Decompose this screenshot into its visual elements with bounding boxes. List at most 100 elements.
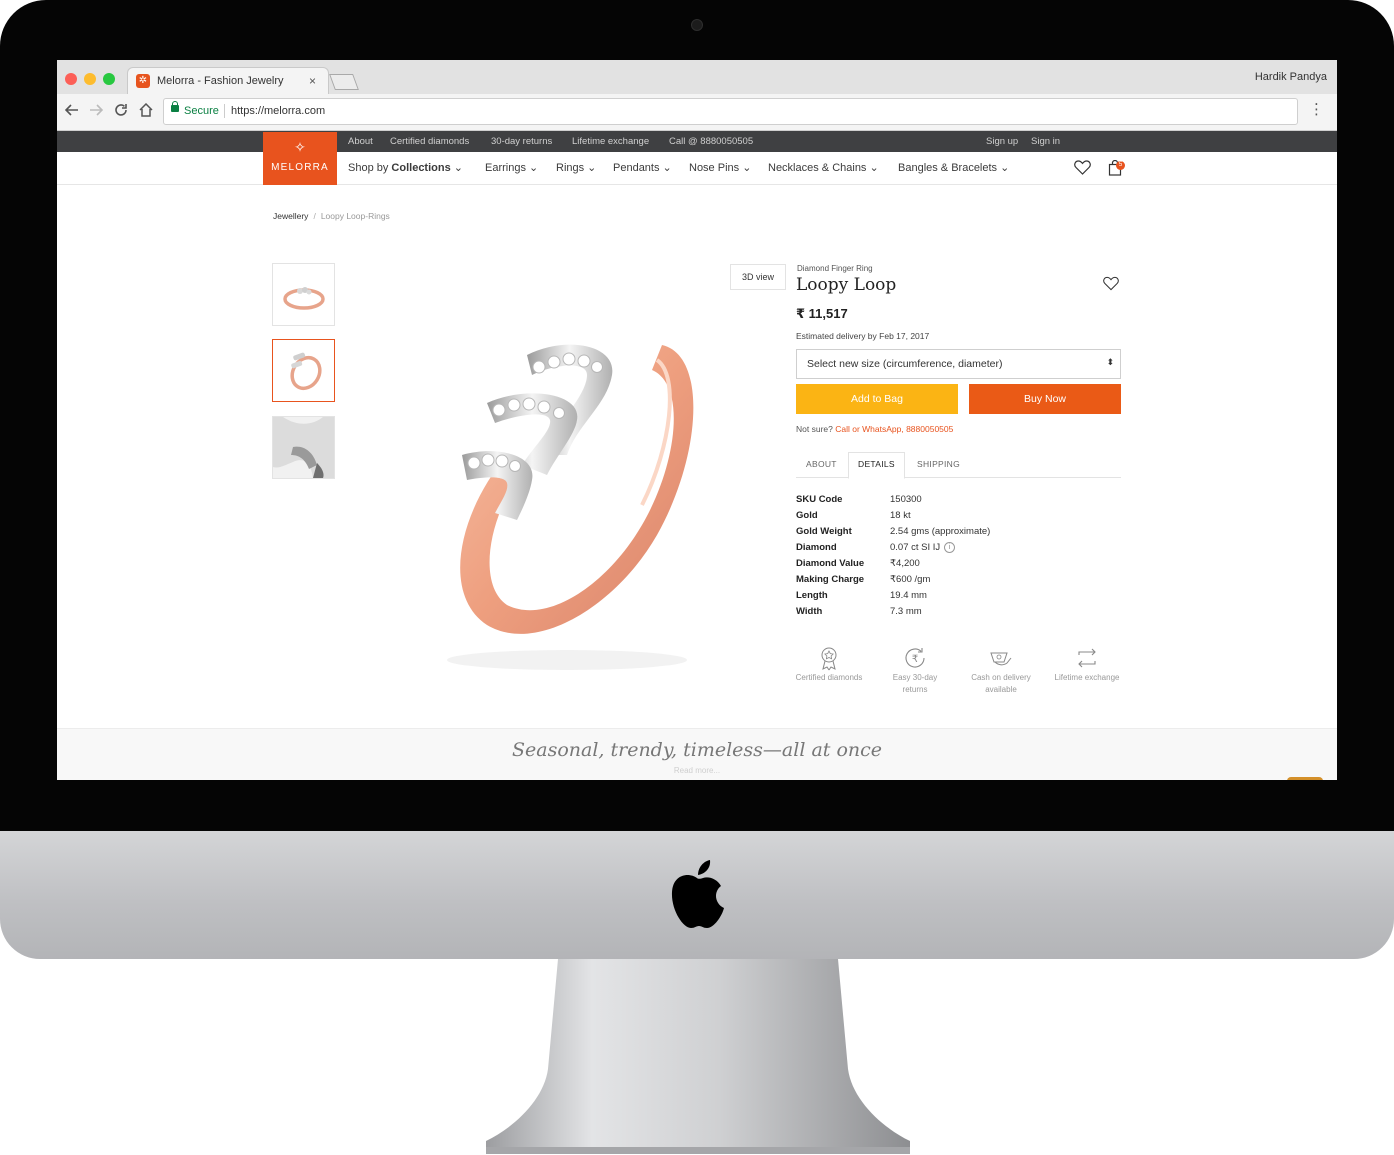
minimize-window-button[interactable] [84,73,96,85]
feature-line: Lifetime exchange [1054,673,1120,682]
spec-value-length: 19.4 mm [890,590,927,601]
rupee-return-icon: ₹ [905,648,925,668]
estimated-delivery: Estimated delivery by Feb 17, 2017 [796,331,930,341]
seo-band: Seasonal, trendy, timeless—all at once R… [57,728,1337,780]
hand-model-image [273,417,334,478]
product-thumbnail-3[interactable] [272,416,335,479]
feature-line: Certified diamonds [795,673,863,682]
feature-returns: Easy 30-day returns [871,672,959,696]
spec-value-width: 7.3 mm [890,606,922,617]
url-divider [224,104,225,118]
tab-details[interactable]: DETAILS [858,459,895,469]
spec-value-diamond-row: 0.07 ct SI IJ i [890,542,956,553]
nav-label: Rings [556,162,585,174]
call-whatsapp-link[interactable]: Call or WhatsApp, 8880050505 [835,424,953,434]
topbar-link-lifetime-exchange[interactable]: Lifetime exchange [572,136,649,147]
apple-logo-icon [671,860,724,928]
add-to-bag-button[interactable]: Add to Bag [796,384,958,414]
tab-about[interactable]: ABOUT [806,459,837,469]
wishlist-heart-icon[interactable] [1074,160,1091,180]
new-tab-button[interactable] [329,74,359,90]
logo-text: MELORRA [271,162,329,173]
feature-line: Cash on delivery [971,673,1031,682]
ring-thumbnail-image [290,352,322,391]
nav-nose-pins[interactable]: Nose Pins ⌄ [689,161,751,174]
chevron-down-icon: ⌄ [997,162,1010,174]
size-select-value: Select new size (circumference, diameter… [807,358,1003,370]
product-thumbnail-2[interactable] [272,339,335,402]
topbar-link-call[interactable]: Call @ 8880050505 [669,136,753,147]
spec-value-diamond: 0.07 ct SI IJ [890,542,941,553]
help-prefix: Not sure? [796,424,836,434]
reload-icon[interactable] [114,103,128,122]
topbar-link-about[interactable]: About [348,136,373,147]
spec-key-diamond: Diamond [796,542,837,553]
nav-shop-by-collections[interactable]: Shop by Collections ⌄ [348,161,463,174]
nav-necklaces-chains[interactable]: Necklaces & Chains ⌄ [768,161,879,174]
nav-pendants[interactable]: Pendants ⌄ [613,161,672,174]
chevron-down-icon: ⌄ [584,162,597,174]
melorra-favicon-icon: ✲ [136,74,150,88]
topbar-link-certified-diamonds[interactable]: Certified diamonds [390,136,469,147]
tab-shipping[interactable]: SHIPPING [917,459,960,469]
breadcrumb-root[interactable]: Jewellery [273,211,308,221]
nav-label: Nose Pins [689,162,740,174]
exchange-arrows-icon [1078,648,1096,668]
nav-earrings[interactable]: Earrings ⌄ [485,161,538,174]
svg-text:₹: ₹ [912,654,918,665]
browser-menu-icon[interactable]: ⋮ [1309,102,1324,117]
breadcrumb: Jewellery / Loopy Loop-Rings [273,211,390,221]
nav-label: Bangles & Bracelets [898,162,998,174]
tagline: Seasonal, trendy, timeless—all at once [511,739,883,761]
browser-tab[interactable]: ✲ Melorra - Fashion Jewelry × [127,67,329,95]
tab-title: Melorra - Fashion Jewelry [157,75,284,87]
sign-in-link[interactable]: Sign in [1031,136,1060,147]
nav-shop-bold: Collections [391,162,451,174]
chat-widget-tab[interactable] [1287,777,1323,780]
webcam [691,19,703,31]
logo-star-icon: ✧ [294,139,306,155]
imac-stand [486,959,910,1154]
home-icon[interactable] [139,102,153,122]
nav-label: Pendants [613,162,660,174]
profile-name[interactable]: Hardik Pandya [1255,71,1327,83]
nav-bangles-bracelets[interactable]: Bangles & Bracelets ⌄ [898,161,1009,174]
nav-rings[interactable]: Rings ⌄ [556,161,596,174]
chevron-down-icon: ⌄ [866,162,879,174]
feature-cod: Cash on delivery available [957,672,1045,696]
melorra-logo[interactable]: ✧ MELORRA [263,132,337,185]
spec-value-gold: 18 kt [890,510,911,521]
ring-thumbnail-image [283,287,325,310]
product-thumbnail-1[interactable] [272,263,335,326]
help-text: Not sure? Call or WhatsApp, 8880050505 [796,424,953,434]
back-arrow-icon[interactable] [64,103,79,122]
secure-label: Secure [184,105,219,117]
breadcrumb-separator: / [313,211,316,221]
main-nav: Shop by Collections ⌄ Earrings ⌄ Rings ⌄… [57,152,1337,185]
bag-count-badge: 5 [1116,161,1125,170]
tab-close-icon[interactable]: × [309,74,316,88]
topbar-link-returns[interactable]: 30-day returns [491,136,552,147]
size-select[interactable]: Select new size (circumference, diameter… [796,349,1121,379]
address-bar[interactable]: Secure https://melorra.com [163,98,1298,125]
feature-certified: Certified diamonds [785,672,873,684]
product-price: ₹ 11,517 [796,306,848,321]
spec-value-gold-weight: 2.54 gms (approximate) [890,526,991,537]
spec-key-width: Width [796,606,823,617]
url-text[interactable]: https://melorra.com [231,105,325,117]
chevron-down-icon: ⌄ [450,162,463,174]
spec-key-sku: SKU Code [796,494,843,505]
buy-now-button[interactable]: Buy Now [969,384,1121,414]
breadcrumb-current: Loopy Loop-Rings [320,211,390,221]
zoom-window-button[interactable] [103,73,115,85]
read-more-link[interactable]: Read more... [57,766,1337,775]
3d-view-button[interactable]: 3D view [730,264,786,290]
product-wishlist-heart-icon[interactable] [1103,276,1119,291]
close-window-button[interactable] [65,73,77,85]
forward-arrow-icon[interactable] [89,103,104,122]
spec-value-sku: 150300 [890,494,922,505]
chevron-down-icon: ⌄ [525,162,539,174]
info-icon[interactable]: i [944,542,956,553]
sign-up-link[interactable]: Sign up [986,136,1018,147]
chevron-down-icon: ⌄ [739,162,752,174]
